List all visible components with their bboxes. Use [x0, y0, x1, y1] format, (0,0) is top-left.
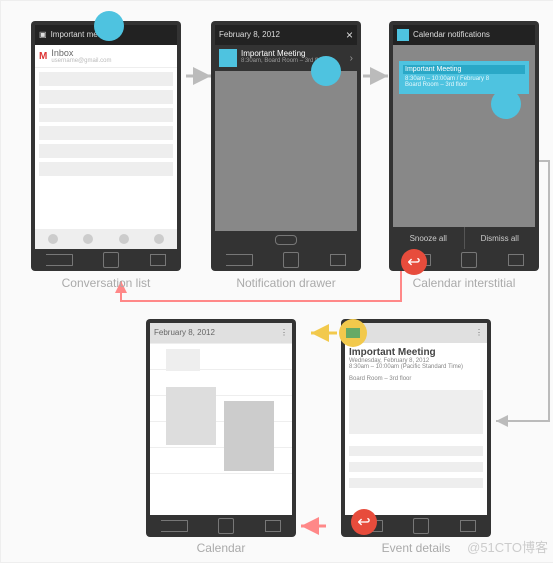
event-block[interactable]	[166, 387, 216, 445]
screen: ⋮ Important Meeting Wednesday, February …	[345, 323, 487, 515]
header-title: Calendar notifications	[413, 25, 490, 45]
phone-calendar: February 8, 2012 ⋮	[146, 319, 296, 537]
android-navbar[interactable]	[31, 251, 181, 269]
watermark: @51CTO博客	[467, 537, 548, 556]
handle-icon	[275, 235, 297, 245]
label-notification-drawer: Notification drawer	[211, 276, 361, 290]
inbox-header[interactable]: M Inbox username@gmail.com	[35, 45, 177, 68]
screen: February 8, 2012 ⋮	[150, 323, 292, 515]
phone-conversation-list: ▣ Important meeting M Inbox username@gma…	[31, 21, 181, 271]
diagram-canvas: ▣ Important meeting M Inbox username@gma…	[0, 0, 553, 563]
event-block[interactable]	[224, 401, 274, 471]
gmail-icon: M	[39, 51, 47, 62]
nav-back-icon[interactable]	[226, 254, 253, 266]
nav-home-icon[interactable]	[103, 252, 119, 268]
calendar-header: February 8, 2012 ⋮	[150, 323, 292, 343]
nav-recent-icon[interactable]	[460, 520, 476, 532]
up-badge[interactable]	[339, 319, 367, 347]
dismiss-button[interactable]: Dismiss all	[465, 227, 536, 249]
alert-title: Important Meeting	[403, 65, 525, 74]
label-calendar-interstitial: Calendar interstitial	[389, 276, 539, 290]
nav-home-icon[interactable]	[283, 252, 299, 268]
calendar-icon	[219, 49, 237, 67]
account-label: username@gmail.com	[51, 58, 111, 64]
nav-home-icon[interactable]	[461, 252, 477, 268]
close-icon[interactable]: ×	[346, 25, 353, 45]
touch-indicator	[311, 56, 341, 86]
nav-back-icon[interactable]	[161, 520, 188, 532]
android-navbar[interactable]	[211, 251, 361, 269]
notif-title: Important Meeting	[241, 49, 350, 58]
action-bar: Snooze all Dismiss all	[393, 227, 535, 249]
back-badge[interactable]: ↩	[401, 249, 427, 275]
nav-recent-icon[interactable]	[265, 520, 281, 532]
touch-indicator	[94, 11, 124, 41]
nav-home-icon[interactable]	[413, 518, 429, 534]
alert-sub: 8:30am – 10:00am / February 8 Board Room…	[403, 74, 525, 90]
bottom-dots[interactable]	[35, 229, 177, 249]
calendar-date: February 8, 2012	[154, 323, 215, 343]
overflow-icon[interactable]: ⋮	[475, 323, 483, 343]
event-body: Important Meeting Wednesday, February 8,…	[345, 343, 487, 492]
overflow-icon[interactable]: ⋮	[280, 323, 288, 343]
nav-recent-icon[interactable]	[150, 254, 166, 266]
back-badge[interactable]: ↩	[351, 509, 377, 535]
drawer-header: February 8, 2012 ×	[215, 25, 357, 45]
screen: ▣ Important meeting M Inbox username@gma…	[35, 25, 177, 249]
android-navbar[interactable]	[146, 517, 296, 535]
phone-notification-drawer: February 8, 2012 × Important Meeting 8:3…	[211, 21, 361, 271]
event-block[interactable]	[166, 349, 200, 371]
touch-indicator	[491, 89, 521, 119]
event-location: Board Room – 3rd floor	[349, 376, 483, 382]
app-icon	[346, 328, 360, 338]
nav-back-icon[interactable]	[46, 254, 73, 266]
back-arrow-icon: ↩	[357, 512, 370, 532]
interstitial-header: Calendar notifications	[393, 25, 535, 45]
phone-event-details: ⋮ Important Meeting Wednesday, February …	[341, 319, 491, 537]
nav-recent-icon[interactable]	[330, 254, 346, 266]
event-time: 8:30am – 10:00am (Pacific Standard Time)	[349, 364, 483, 370]
label-conversation-list: Conversation list	[31, 276, 181, 290]
nav-home-icon[interactable]	[218, 518, 234, 534]
mail-list[interactable]	[35, 72, 177, 176]
event-title: Important Meeting	[349, 347, 483, 358]
drawer-handle[interactable]	[215, 231, 357, 249]
phone-calendar-interstitial: Calendar notifications Important Meeting…	[389, 21, 539, 271]
chevron-right-icon[interactable]: ›	[350, 53, 353, 64]
calendar-icon	[397, 29, 409, 41]
screen: Calendar notifications Important Meeting…	[393, 25, 535, 249]
label-calendar: Calendar	[146, 541, 296, 555]
nav-recent-icon[interactable]	[508, 254, 524, 266]
snooze-button[interactable]: Snooze all	[393, 227, 465, 249]
inbox-label: Inbox	[51, 48, 111, 58]
drawer-date: February 8, 2012	[219, 25, 280, 45]
back-arrow-icon: ↩	[407, 252, 420, 272]
